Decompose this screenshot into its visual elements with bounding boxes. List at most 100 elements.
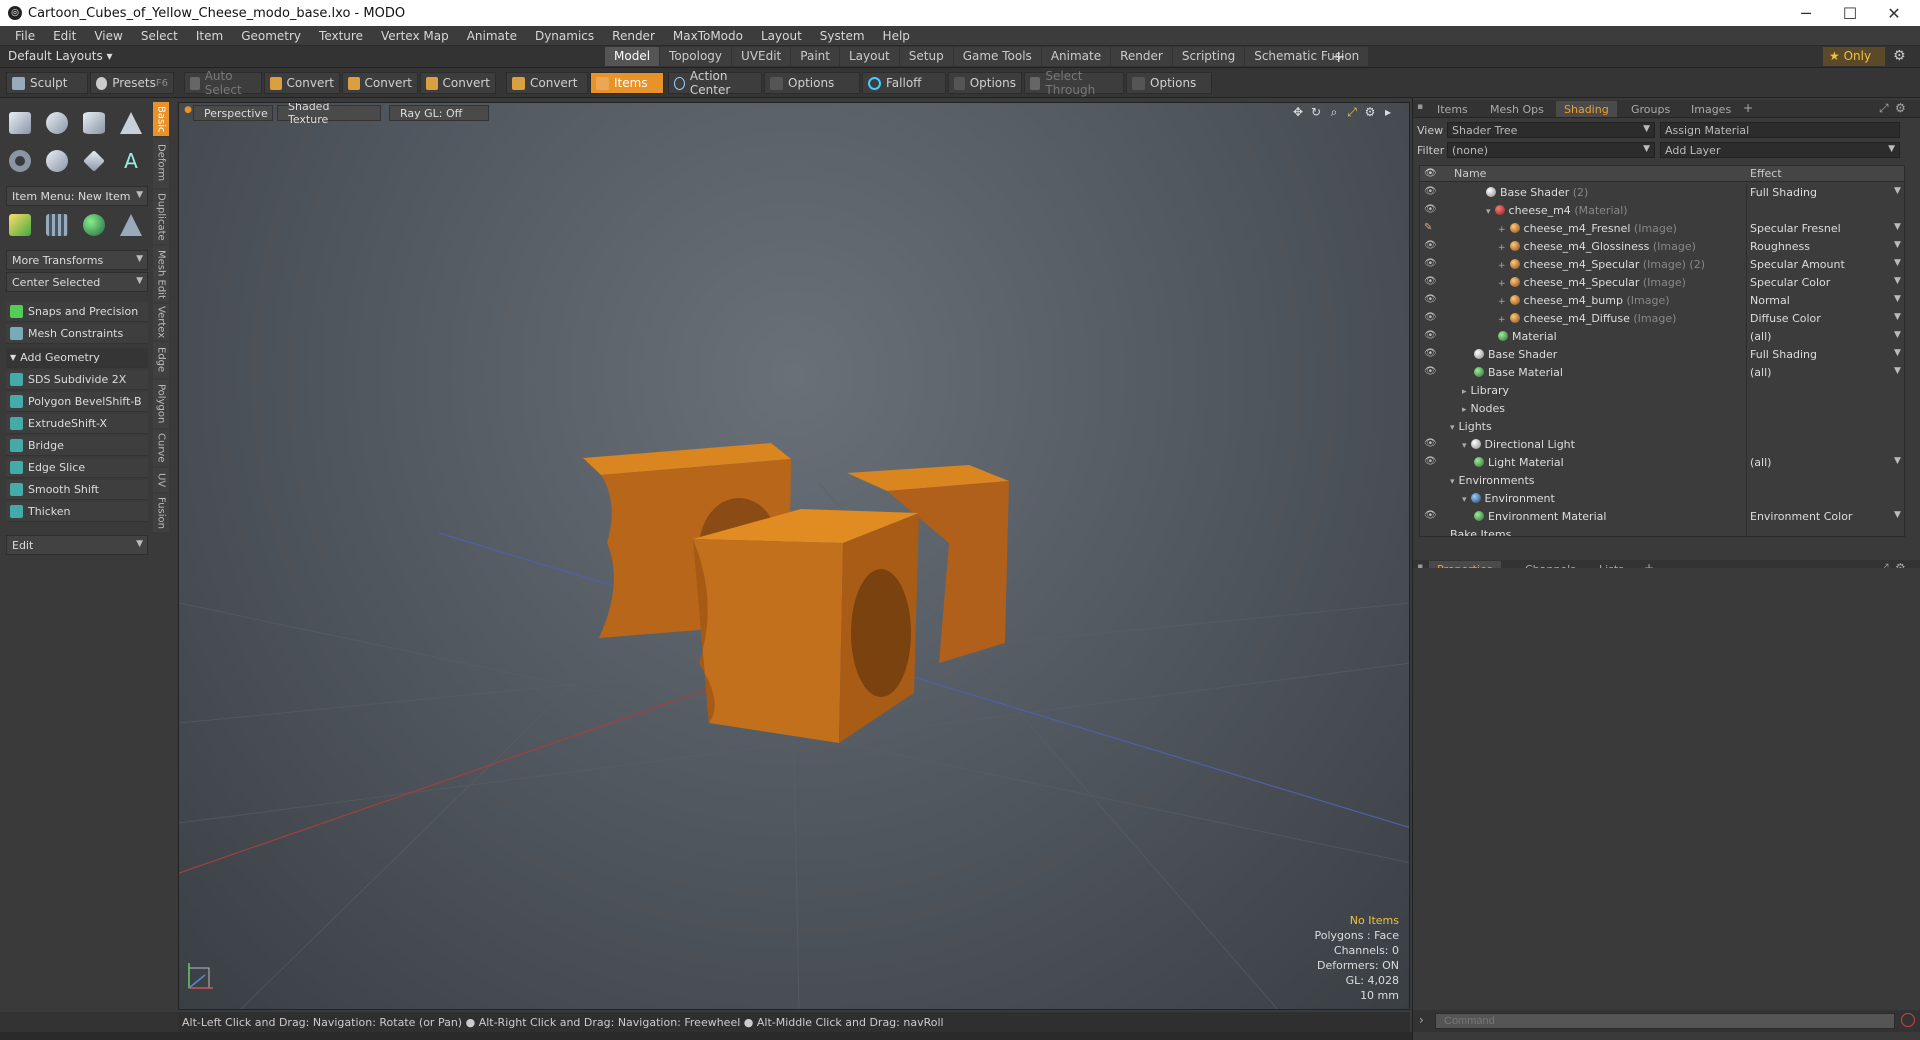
convert-button-3[interactable]: Convert [420, 72, 496, 94]
shader-tree-row[interactable]: ▾ Environment [1420, 490, 1904, 508]
eye-icon[interactable]: 👁 [1424, 330, 1437, 342]
menu-render[interactable]: Render [603, 29, 664, 43]
action-center-button[interactable]: Action Center [668, 69, 762, 97]
view-select[interactable]: Shader Tree ▼ [1447, 122, 1655, 138]
tab-game-tools[interactable]: Game Tools [953, 47, 1041, 66]
more-transforms-dropdown[interactable]: More Transforms ▼ [6, 250, 148, 270]
eye-icon[interactable]: 👁 [1424, 438, 1437, 450]
chevron-down-icon[interactable]: ▼ [1894, 348, 1901, 358]
tab-animate[interactable]: Animate [1041, 47, 1111, 66]
menu-layout[interactable]: Layout [752, 29, 811, 43]
eye-icon[interactable]: 👁 [1424, 186, 1437, 198]
menu-texture[interactable]: Texture [310, 29, 372, 43]
text-tool-icon[interactable]: A [116, 146, 146, 176]
default-layouts-dropdown[interactable]: Default Layouts ▾ [8, 49, 113, 63]
chevron-down-icon[interactable]: ▼ [1894, 312, 1901, 322]
expand-toggle-icon[interactable]: ▾ [1450, 477, 1455, 487]
3d-viewport[interactable]: ● Perspective Shaded Texture Ray GL: Off… [178, 102, 1410, 1010]
expand-toggle-icon[interactable]: + [1498, 261, 1506, 271]
menu-vertex-map[interactable]: Vertex Map [372, 29, 458, 43]
shader-tree-row[interactable]: 👁 + cheese_m4_Glossiness (Image) Roughness ▼ [1420, 238, 1904, 256]
chevron-down-icon[interactable]: ▼ [1894, 276, 1901, 286]
vtab-basic[interactable]: Basic [153, 102, 169, 136]
vtab-mesh-edit[interactable]: Mesh Edit [153, 246, 169, 302]
minimize-icon[interactable]: ─ [1784, 0, 1828, 26]
eye-icon[interactable]: 👁 [1424, 276, 1437, 288]
auto-select-button[interactable]: Auto Select [184, 69, 262, 97]
expand-toggle-icon[interactable]: + [1498, 243, 1506, 253]
pyramid-icon[interactable] [116, 210, 146, 240]
effect-value[interactable]: (all) [1750, 366, 1771, 379]
menu-item[interactable]: Item [187, 29, 232, 43]
menu-geometry[interactable]: Geometry [232, 29, 310, 43]
menu-help[interactable]: Help [874, 29, 919, 43]
center-selected-dropdown[interactable]: Center Selected ▼ [6, 272, 148, 292]
shader-tree-row[interactable]: ▸ Nodes [1420, 400, 1904, 418]
shader-tree-row[interactable]: ▾ Environments [1420, 472, 1904, 490]
effect-value[interactable]: Roughness [1750, 240, 1810, 253]
assign-material-button[interactable]: Assign Material [1660, 122, 1900, 138]
vtab-polygon[interactable]: Polygon [153, 380, 169, 428]
tab-model[interactable]: Model [605, 47, 660, 66]
add-tab-icon[interactable]: + [1743, 101, 1753, 115]
convert-button-2[interactable]: Convert [342, 72, 418, 94]
chevron-down-icon[interactable]: ▼ [1894, 330, 1901, 340]
only-toggle[interactable]: ★ Only [1823, 47, 1885, 66]
expand-toggle-icon[interactable]: ▾ [1486, 207, 1491, 217]
transform-icon[interactable] [5, 210, 35, 240]
shader-tree-row[interactable]: 👁 Environment Material Environment Color ▼ [1420, 508, 1904, 526]
sculpt-button[interactable]: Sculpt [6, 72, 88, 94]
menu-system[interactable]: System [811, 29, 874, 43]
shader-tree-row[interactable]: 👁 ▾ cheese_m4 (Material) [1420, 202, 1904, 220]
shader-tree-row[interactable]: Bake Items [1420, 526, 1904, 536]
vtab-fusion[interactable]: Fusion [153, 494, 169, 532]
snaps-precision-button[interactable]: Snaps and Precision [6, 302, 148, 322]
options-button-1[interactable]: Options [764, 72, 860, 94]
options-button-2[interactable]: Options [948, 72, 1022, 94]
tab-setup[interactable]: Setup [899, 47, 953, 66]
effect-column-header[interactable]: Effect [1750, 167, 1782, 180]
shader-tree-row[interactable]: ✎ + cheese_m4_Fresnel (Image) Specular Fres… [1420, 220, 1904, 238]
expand-icon[interactable]: ⤢ [1879, 101, 1889, 116]
cube-primitive-icon[interactable] [5, 108, 35, 138]
effect-value[interactable]: Specular Fresnel [1750, 222, 1841, 235]
vtab-edge[interactable]: Edge [153, 342, 169, 378]
effect-value[interactable]: (all) [1750, 330, 1771, 343]
shader-tree-row[interactable]: ▸ Library [1420, 382, 1904, 400]
effect-value[interactable]: Environment Color [1750, 510, 1852, 523]
tool-polygon-bevel[interactable]: Polygon Bevel Shift-B [6, 392, 148, 412]
rtab-items[interactable]: Items [1429, 101, 1476, 117]
add-tab-icon[interactable]: + [1332, 47, 1345, 66]
close-icon[interactable]: ✕ [1872, 0, 1916, 26]
eye-icon[interactable]: 👁 [1424, 312, 1437, 324]
add-geometry-header[interactable]: ▼ Add Geometry [6, 348, 148, 368]
chevron-down-icon[interactable]: ▼ [1894, 222, 1901, 232]
chevron-down-icon[interactable]: ▼ [1894, 258, 1901, 268]
expand-toggle-icon[interactable]: + [1498, 279, 1506, 289]
globe-icon[interactable] [79, 210, 109, 240]
eye-icon[interactable]: 👁 [1424, 204, 1437, 216]
record-icon[interactable] [1901, 1013, 1915, 1027]
cone-primitive-icon[interactable] [116, 108, 146, 138]
convert-button-1[interactable]: Convert [264, 72, 340, 94]
effect-value[interactable]: Normal [1750, 294, 1790, 307]
menu-dynamics[interactable]: Dynamics [526, 29, 603, 43]
chevron-down-icon[interactable]: ▼ [1894, 240, 1901, 250]
cylinder-primitive-icon[interactable] [79, 108, 109, 138]
gear-icon[interactable]: ⚙ [1895, 101, 1906, 115]
chevron-down-icon[interactable]: ▼ [1894, 294, 1901, 304]
expand-toggle-icon[interactable]: ▾ [1462, 441, 1467, 451]
shader-tree-row[interactable]: 👁 Light Material (all) ▼ [1420, 454, 1904, 472]
capsule-primitive-icon[interactable] [42, 146, 72, 176]
effect-value[interactable]: Full Shading [1750, 186, 1817, 199]
shader-tree-row[interactable]: 👁 + cheese_m4_Diffuse (Image) Diffuse Color… [1420, 310, 1904, 328]
menu-edit[interactable]: Edit [44, 29, 85, 43]
gear-icon[interactable]: ⚙ [1893, 48, 1906, 64]
rtab-shading[interactable]: Shading [1556, 101, 1617, 117]
eye-icon[interactable]: 👁 [1424, 240, 1437, 252]
effect-value[interactable]: Diffuse Color [1750, 312, 1821, 325]
shader-tree-row[interactable]: 👁 ▾ Directional Light [1420, 436, 1904, 454]
name-column-header[interactable]: Name [1454, 167, 1486, 180]
tool-extrude[interactable]: Extrude Shift-X [6, 414, 148, 434]
rtab-mesh-ops[interactable]: Mesh Ops [1482, 101, 1552, 117]
